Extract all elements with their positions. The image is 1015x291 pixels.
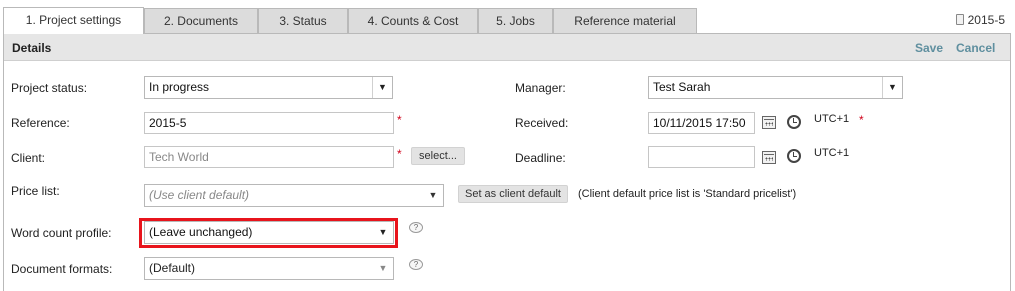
deadline-input[interactable] <box>648 146 755 168</box>
received-label: Received: <box>515 116 569 130</box>
price-list-value: (Use client default) <box>149 188 250 202</box>
received-required-marker: * <box>859 113 864 127</box>
panel-title: Details <box>12 41 52 55</box>
tab-jobs[interactable]: 5. Jobs <box>478 8 553 33</box>
manager-value: Test Sarah <box>653 80 711 94</box>
project-status-select[interactable]: In progress ▼ <box>144 76 393 99</box>
help-bubble-icon[interactable]: ? <box>409 222 423 233</box>
reference-label: Reference: <box>11 116 70 130</box>
document-icon <box>955 14 964 25</box>
client-input[interactable]: Tech World <box>144 146 394 168</box>
dropdown-arrow-icon: ▼ <box>378 263 388 273</box>
project-id-text: 2015-5 <box>967 13 1005 27</box>
client-label: Client: <box>11 151 46 165</box>
panel-header: Details Save Cancel <box>4 34 1010 61</box>
tab-documents[interactable]: 2. Documents <box>144 8 258 33</box>
tab-status[interactable]: 3. Status <box>258 8 348 33</box>
tab-counts-cost[interactable]: 4. Counts & Cost <box>348 8 478 33</box>
help-bubble-icon[interactable]: ? <box>409 259 423 270</box>
deadline-timezone: UTC+1 <box>814 147 850 159</box>
received-input[interactable]: 10/11/2015 17:50 <box>648 112 755 134</box>
clock-icon[interactable] <box>787 149 801 163</box>
reference-required-marker: * <box>397 113 402 127</box>
document-formats-value: (Default) <box>149 261 196 275</box>
dropdown-arrow-icon: ▼ <box>372 77 392 98</box>
tab-reference-material[interactable]: Reference material <box>553 8 697 33</box>
project-status-label: Project status: <box>11 81 88 95</box>
project-id: 2015-5 <box>955 13 1005 27</box>
cancel-button[interactable]: Cancel <box>956 41 995 55</box>
price-list-label: Price list: <box>11 184 60 198</box>
document-formats-label: Document formats: <box>11 262 113 276</box>
clock-icon[interactable] <box>787 115 801 129</box>
reference-input[interactable]: 2015-5 <box>144 112 394 134</box>
received-timezone: UTC+1 <box>814 113 850 125</box>
tab-bar: 1. Project settings 2. Documents 3. Stat… <box>0 0 1015 34</box>
dropdown-arrow-icon: ▼ <box>428 190 438 200</box>
price-list-note: (Client default price list is 'Standard … <box>578 188 797 200</box>
document-formats-select[interactable]: (Default) ▼ <box>144 257 394 280</box>
client-select-button[interactable]: select... <box>411 147 465 165</box>
client-required-marker: * <box>397 147 402 161</box>
save-button[interactable]: Save <box>915 41 943 55</box>
manager-label: Manager: <box>515 81 566 95</box>
word-count-profile-label: Word count profile: <box>11 226 112 240</box>
set-client-default-button[interactable]: Set as client default <box>458 185 568 203</box>
dropdown-arrow-icon: ▼ <box>882 77 902 98</box>
calendar-icon[interactable] <box>762 151 776 164</box>
price-list-select[interactable]: (Use client default) ▼ <box>144 184 444 207</box>
manager-select[interactable]: Test Sarah ▼ <box>648 76 903 99</box>
deadline-label: Deadline: <box>515 151 566 165</box>
calendar-icon[interactable] <box>762 116 776 129</box>
project-status-value: In progress <box>149 80 210 94</box>
tab-project-settings[interactable]: 1. Project settings <box>3 7 144 34</box>
highlight-box <box>139 218 398 248</box>
